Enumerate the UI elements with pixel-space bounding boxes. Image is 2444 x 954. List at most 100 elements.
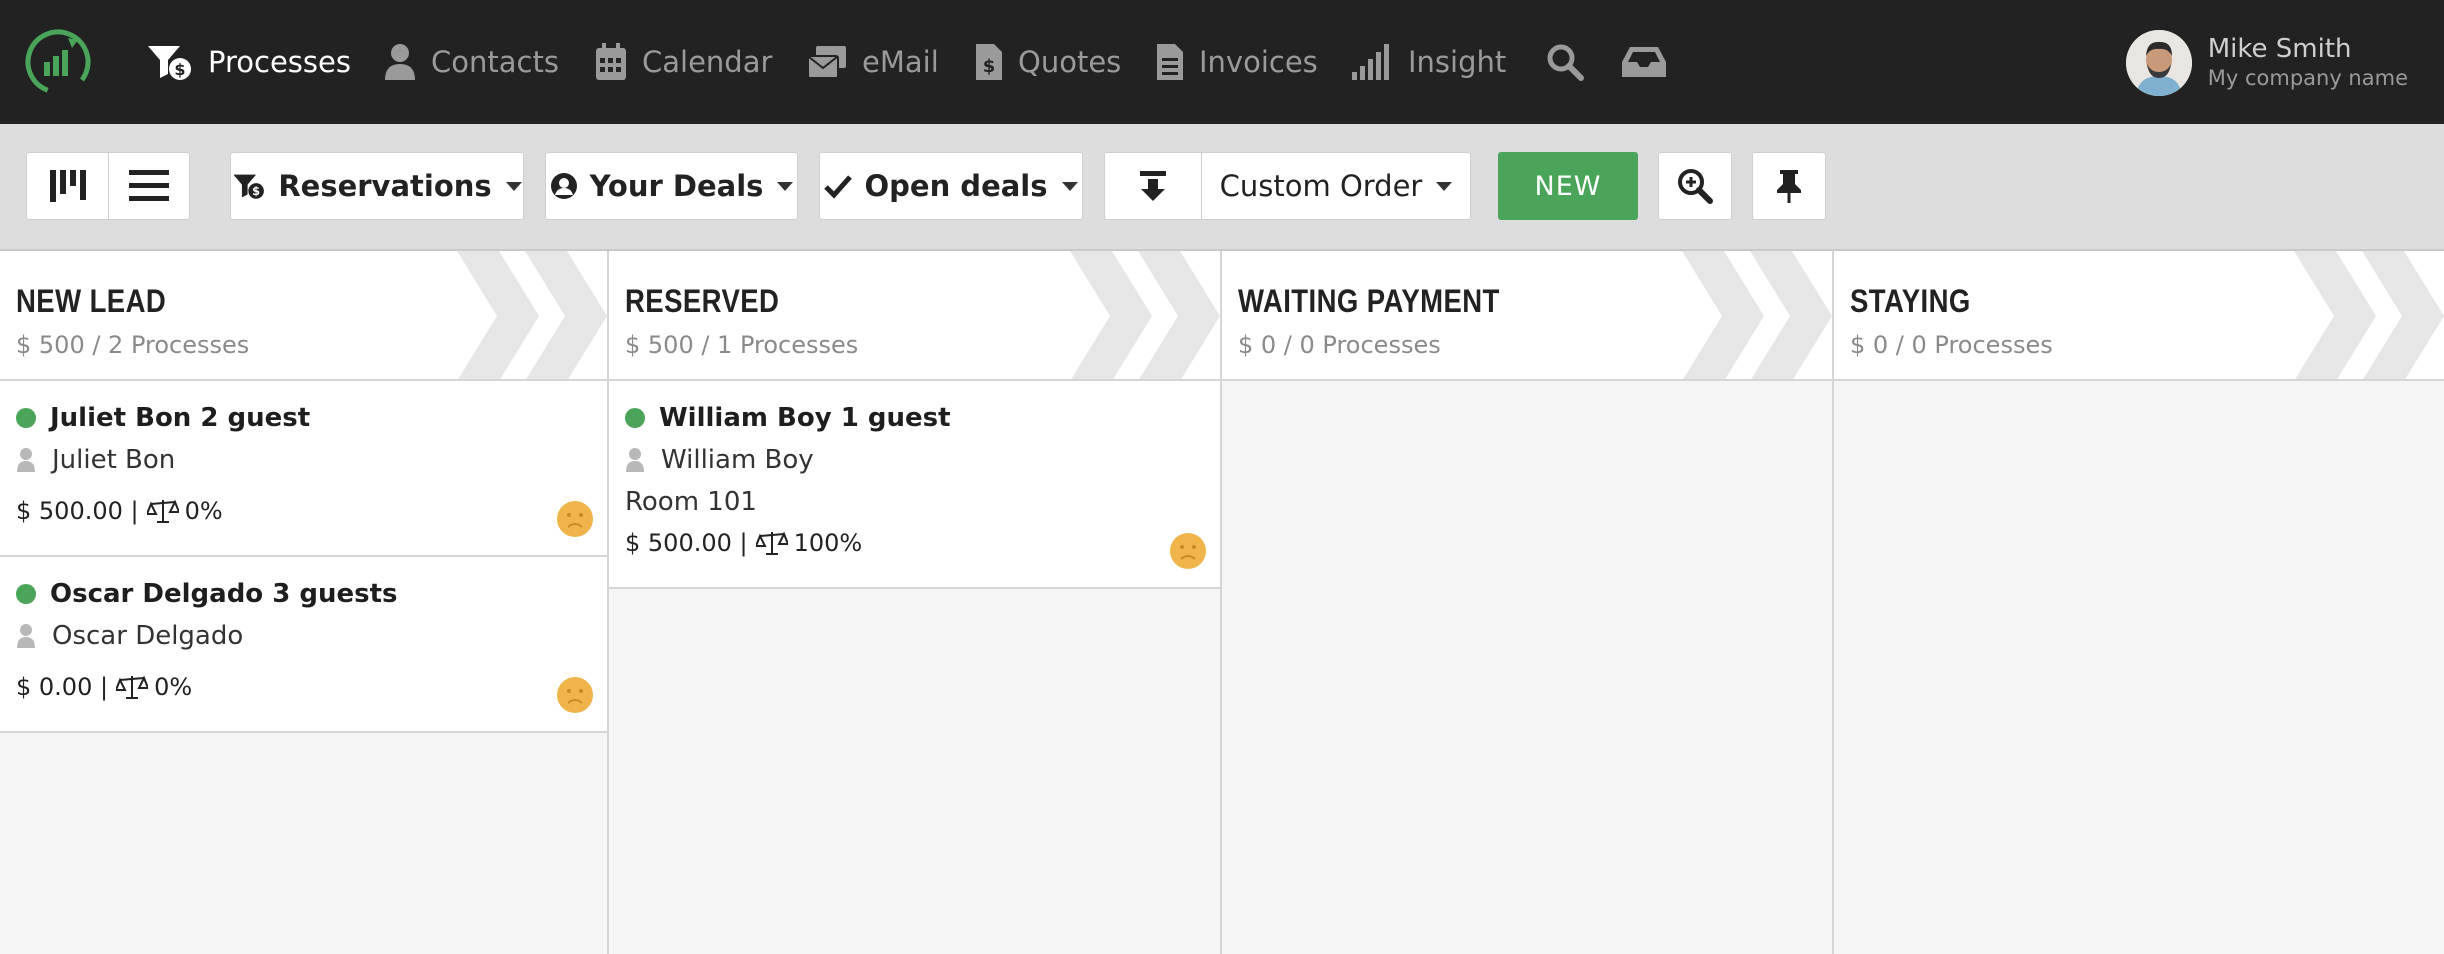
- chevron-down-icon: [777, 181, 794, 191]
- new-deal-button[interactable]: NEW: [1498, 152, 1638, 220]
- nav-processes[interactable]: $ Processes: [146, 38, 351, 86]
- search-button[interactable]: [1541, 40, 1589, 84]
- stage-column: WAITING PAYMENT $ 0 / 0 Processes: [1222, 251, 1834, 954]
- contact-name: William Boy: [661, 445, 814, 475]
- invoice-file-icon: [1157, 44, 1183, 80]
- owner-dropdown[interactable]: Your Deals: [545, 152, 798, 220]
- stage-summary: $ 500 / 2 Processes: [16, 331, 250, 359]
- deal-room: Room 101: [625, 487, 757, 517]
- stage-column: RESERVED $ 500 / 1 Processes William Boy…: [609, 251, 1222, 954]
- deal-title: Juliet Bon 2 guest: [16, 403, 310, 433]
- stage-column: STAYING $ 0 / 0 Processes: [1834, 251, 2444, 954]
- stage-header[interactable]: NEW LEAD $ 500 / 2 Processes: [0, 251, 607, 381]
- nav-calendar[interactable]: Calendar: [594, 38, 772, 86]
- stage-summary: $ 0 / 0 Processes: [1850, 331, 2053, 359]
- nav-quotes[interactable]: $ Quotes: [974, 38, 1121, 86]
- pin-button[interactable]: [1752, 152, 1826, 220]
- user-circle-icon: [550, 173, 577, 199]
- deal-contact[interactable]: Juliet Bon: [16, 445, 175, 475]
- deal-amount: $ 500.00 |: [625, 529, 748, 557]
- deal-title: Oscar Delgado 3 guests: [16, 579, 398, 609]
- person-icon: [626, 448, 644, 472]
- sad-face-icon: [557, 677, 593, 713]
- user-company: My company name: [2207, 66, 2408, 90]
- nav-label: Quotes: [1018, 45, 1122, 79]
- stage-title: STAYING: [1850, 283, 1971, 319]
- sad-face-icon: [1170, 533, 1206, 569]
- zoom-button[interactable]: [1658, 152, 1732, 220]
- deal-contact[interactable]: William Boy: [625, 445, 814, 475]
- list-icon: [129, 170, 169, 201]
- user-menu[interactable]: Mike Smith My company name: [2125, 30, 2408, 96]
- chevron-decoration-icon: [457, 251, 607, 379]
- deal-title: William Boy 1 guest: [625, 403, 951, 433]
- top-navigation-bar: $ Processes Contacts Calendar eMail $ Qu…: [0, 0, 2444, 124]
- sort-direction-button[interactable]: [1104, 152, 1202, 220]
- stage-summary: $ 500 / 1 Processes: [625, 331, 859, 359]
- nav-invoices[interactable]: Invoices: [1155, 38, 1318, 86]
- nav-label: Insight: [1408, 45, 1507, 79]
- contact-name: Juliet Bon: [52, 445, 176, 475]
- quote-file-icon: $: [976, 44, 1002, 80]
- stage-title: NEW LEAD: [16, 283, 167, 319]
- filter-dollar-icon: $: [148, 46, 191, 80]
- balance-scale-icon: [755, 531, 788, 555]
- svg-text:$: $: [983, 56, 996, 77]
- status-label: Open deals: [864, 169, 1048, 203]
- nav-label: eMail: [862, 45, 939, 79]
- svg-text:$: $: [174, 60, 185, 79]
- avatar: [2125, 30, 2192, 96]
- deal-card[interactable]: Juliet Bon 2 guest Juliet Bon $ 500.00 |…: [0, 381, 607, 557]
- deal-card[interactable]: William Boy 1 guest William Boy Room 101…: [609, 381, 1220, 589]
- deal-amount: $ 0.00 |: [16, 673, 109, 701]
- board-toolbar: $ Reservations Your Deals Open deals Cus…: [0, 124, 2444, 251]
- kanban-board: NEW LEAD $ 500 / 2 Processes Juliet Bon …: [0, 251, 2444, 954]
- stage-header[interactable]: WAITING PAYMENT $ 0 / 0 Processes: [1222, 251, 1832, 381]
- nav-insight[interactable]: Insight: [1350, 38, 1506, 86]
- deal-contact[interactable]: Oscar Delgado: [16, 621, 243, 651]
- list-view-button[interactable]: [108, 152, 190, 220]
- kanban-view-button[interactable]: [26, 152, 109, 220]
- stage-header[interactable]: STAYING $ 0 / 0 Processes: [1834, 251, 2444, 381]
- deal-title-text: Oscar Delgado 3 guests: [50, 579, 398, 609]
- owner-label: Your Deals: [589, 169, 764, 203]
- nav-email[interactable]: eMail: [806, 38, 939, 86]
- deal-amount: $ 500.00 |: [16, 497, 139, 525]
- chevron-down-icon: [1061, 181, 1078, 191]
- status-dropdown[interactable]: Open deals: [819, 152, 1083, 220]
- nav-contacts[interactable]: Contacts: [383, 38, 559, 86]
- stage-title: WAITING PAYMENT: [1238, 283, 1500, 319]
- deal-title-text: Juliet Bon 2 guest: [50, 403, 311, 433]
- order-dropdown[interactable]: Custom Order: [1201, 152, 1471, 220]
- deal-value: $ 500.00 | 0%: [16, 497, 223, 525]
- chevron-decoration-icon: [1682, 251, 1832, 379]
- person-icon: [385, 44, 415, 80]
- pipeline-dropdown[interactable]: $ Reservations: [230, 152, 524, 220]
- chevron-down-icon: [1436, 181, 1453, 191]
- zoom-in-icon: [1678, 169, 1713, 204]
- order-label: Custom Order: [1219, 169, 1423, 203]
- deal-probability: 100%: [793, 529, 863, 557]
- deal-title-text: William Boy 1 guest: [659, 403, 951, 433]
- inbox-button[interactable]: [1620, 40, 1668, 84]
- status-dot-icon: [16, 408, 36, 428]
- deal-probability: 0%: [184, 497, 223, 525]
- svg-text:$: $: [252, 184, 260, 198]
- person-icon: [17, 624, 35, 648]
- chevron-down-icon: [505, 181, 522, 191]
- stage-header[interactable]: RESERVED $ 500 / 1 Processes: [609, 251, 1220, 381]
- check-icon: [824, 175, 853, 199]
- stage-summary: $ 0 / 0 Processes: [1238, 331, 1441, 359]
- contact-name: Oscar Delgado: [52, 621, 244, 651]
- balance-scale-icon: [146, 499, 179, 523]
- nav-label: Processes: [208, 45, 351, 79]
- mail-stack-icon: [807, 46, 846, 79]
- signal-bars-icon: [1352, 44, 1389, 80]
- app-logo[interactable]: [24, 28, 92, 96]
- stage-title: RESERVED: [625, 283, 780, 319]
- deal-card[interactable]: Oscar Delgado 3 guests Oscar Delgado $ 0…: [0, 557, 607, 733]
- nav-label: Invoices: [1199, 45, 1318, 79]
- pin-icon: [1777, 170, 1801, 203]
- status-dot-icon: [625, 408, 645, 428]
- user-name: Mike Smith: [2207, 34, 2352, 64]
